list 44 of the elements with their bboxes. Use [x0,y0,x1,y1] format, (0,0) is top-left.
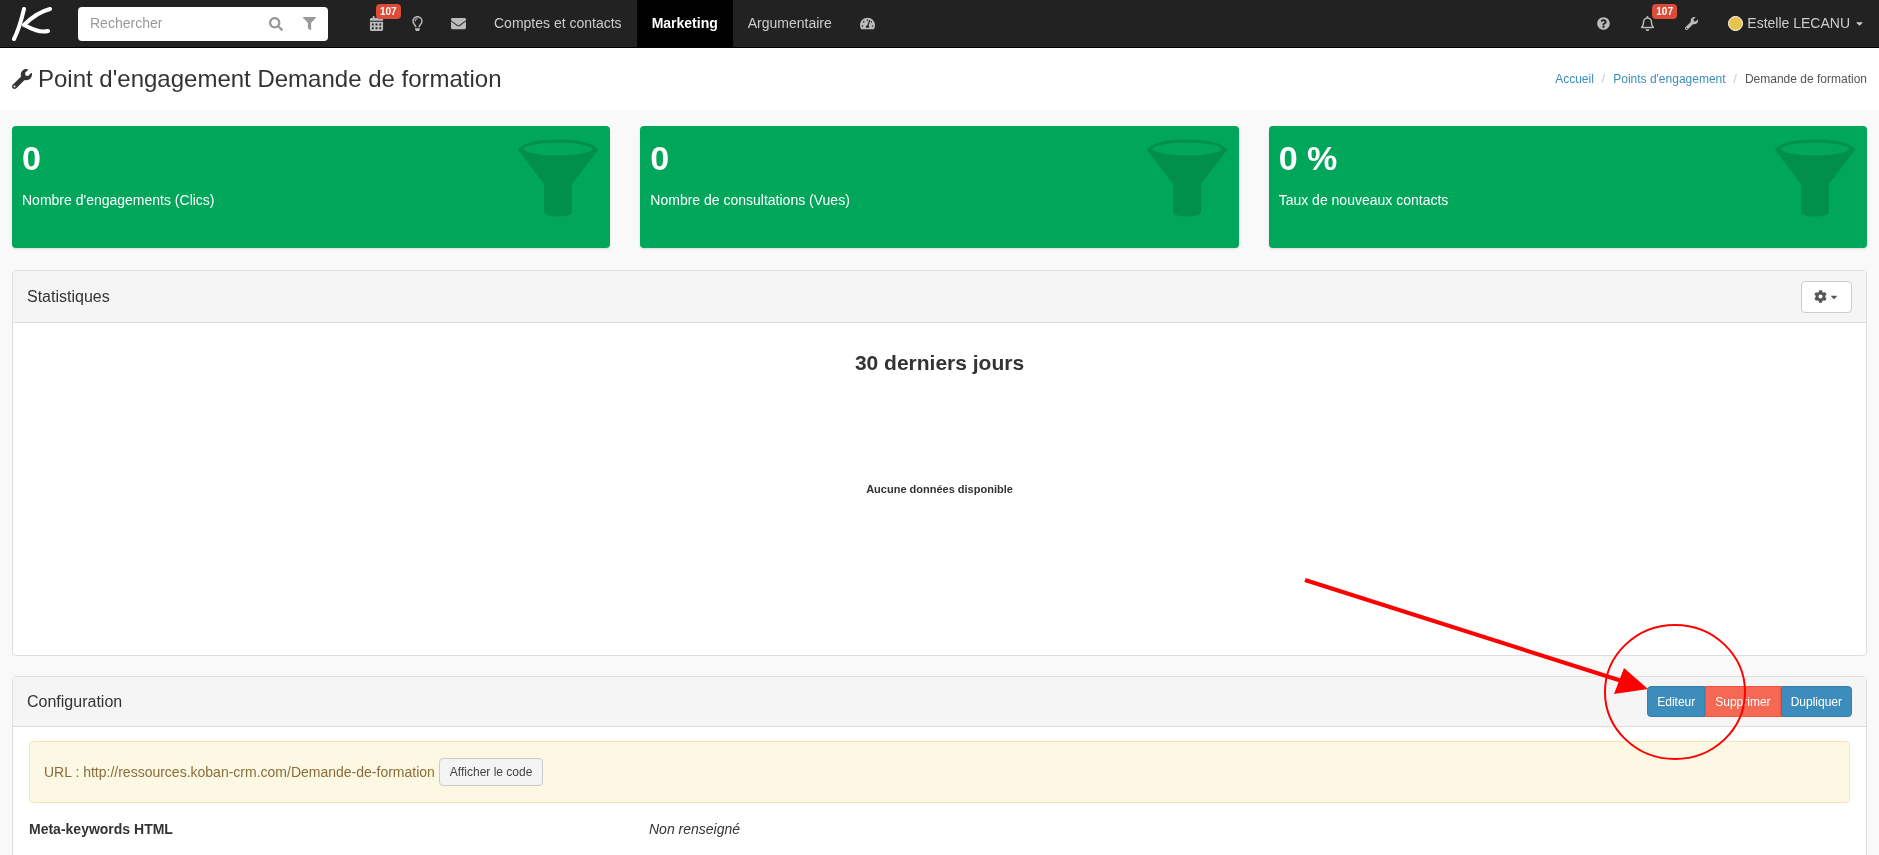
stat-label: Nombre d'engagements (Clics) [22,191,215,210]
stat-value: 0 [22,138,42,179]
action-button[interactable]: Dupliquer [1780,686,1852,717]
wrench-icon [12,69,32,89]
panel-title: Configuration [27,691,123,712]
nav-tab[interactable]: Marketing [636,0,733,47]
help-icon[interactable] [1597,17,1611,30]
field-label: Meta-keywords HTML [29,820,174,839]
settings-icon [1814,290,1827,303]
settings-dropdown-button[interactable] [1801,280,1852,313]
count-badge: 107 [1652,4,1677,19]
wrench-icon[interactable] [1685,17,1699,30]
count-badge: 107 [376,4,401,19]
stat-label: Taux de nouveaux contacts [1278,191,1449,210]
page-title: Point d'engagement Demande de formation [38,64,502,94]
avatar-icon [1728,16,1744,31]
search-icon[interactable] [269,16,283,31]
user-menu[interactable]: Estelle LECANU [1728,13,1865,34]
url-text: URL : http://ressources.koban-crm.com/Demande-de-formation [44,762,435,782]
chart-title: 30 derniers jours [854,350,1025,376]
search-input[interactable]: Rechercher [90,13,261,34]
calendar-icon [369,16,384,31]
envelope-icon [451,16,466,31]
nav-tab[interactable]: Argumentaire [732,0,847,47]
stat-value: 0 % [1278,138,1339,179]
field-value: Non renseigné [649,820,741,839]
breadcrumb-link[interactable]: Accueil [1555,70,1594,88]
search-field[interactable]: Rechercher [78,6,328,41]
gauge-icon [859,16,875,31]
breadcrumb-current-page: Demande de formation [1744,71,1867,88]
breadcrumb-separator: / [1601,71,1606,88]
action-button[interactable]: Editeur [1647,686,1706,717]
logo-icon[interactable] [10,6,52,41]
bell-icon[interactable] [1640,16,1656,31]
stat-value: 0 [650,138,671,179]
show-code-button[interactable]: Afficher le code [438,758,544,786]
breadcrumb-separator: / [1733,71,1737,88]
breadcrumb-link[interactable]: Points d'engagement [1613,70,1726,88]
panel-title: Statistiques [27,286,110,307]
stat-label: Nombre de consultations (Vues) [650,191,850,210]
lightbulb-icon [410,16,425,31]
filter-icon[interactable] [303,17,316,30]
nav-tab[interactable]: Comptes et contacts [479,0,637,47]
empty-chart-message: Aucune données disponible [866,481,1013,497]
